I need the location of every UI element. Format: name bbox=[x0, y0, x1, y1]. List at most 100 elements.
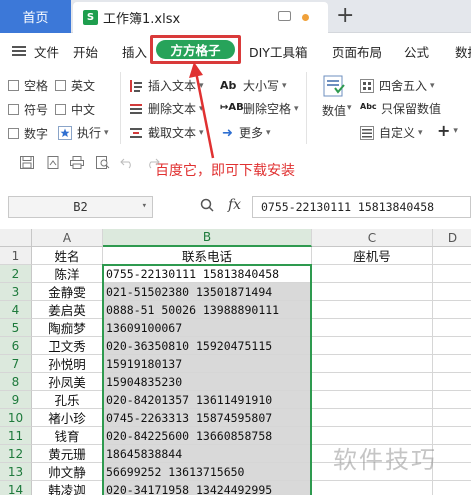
keep-value-button[interactable]: Abc 只保留数值 bbox=[360, 100, 441, 117]
checkbox-english[interactable]: 英文 bbox=[55, 77, 95, 94]
cell-empty[interactable] bbox=[433, 409, 471, 427]
row-header[interactable]: 14 bbox=[0, 481, 32, 495]
cell-landline[interactable] bbox=[312, 409, 433, 427]
name-box[interactable]: B2 ▾ bbox=[8, 196, 153, 218]
menu-fangfang-tab[interactable]: 方方格子 bbox=[156, 40, 235, 59]
column-header-a[interactable]: A bbox=[32, 229, 103, 247]
checkbox-chinese[interactable]: 中文 bbox=[55, 101, 95, 118]
undo-icon[interactable] bbox=[120, 156, 134, 169]
column-header-b[interactable]: B bbox=[103, 229, 312, 247]
menu-file[interactable]: 文件 bbox=[34, 42, 59, 61]
cell-phone[interactable]: 020-34171958 13424492995 bbox=[103, 481, 312, 495]
cell-empty[interactable] bbox=[433, 355, 471, 373]
cell-empty[interactable] bbox=[433, 319, 471, 337]
row-header[interactable]: 13 bbox=[0, 463, 32, 481]
cell-name[interactable]: 孔乐 bbox=[32, 391, 103, 409]
cell-name[interactable]: 陶痂梦 bbox=[32, 319, 103, 337]
cell-landline[interactable] bbox=[312, 265, 433, 283]
menu-formula[interactable]: 公式 bbox=[404, 42, 429, 61]
save-icon[interactable] bbox=[20, 156, 34, 169]
cell-phone[interactable]: 18645838844 bbox=[103, 445, 312, 463]
cell-empty[interactable] bbox=[433, 373, 471, 391]
row-header[interactable]: 7 bbox=[0, 355, 32, 373]
cell-empty[interactable] bbox=[433, 301, 471, 319]
header-cell-name[interactable]: 姓名 bbox=[32, 247, 103, 265]
row-header[interactable]: 12 bbox=[0, 445, 32, 463]
header-cell-landline[interactable]: 座机号 bbox=[312, 247, 433, 265]
row-header[interactable]: 6 bbox=[0, 337, 32, 355]
row-header[interactable]: 2 bbox=[0, 265, 32, 283]
cell-landline[interactable] bbox=[312, 319, 433, 337]
cell-empty[interactable] bbox=[433, 463, 471, 481]
checkbox-box[interactable] bbox=[8, 128, 19, 139]
cell-empty[interactable] bbox=[433, 391, 471, 409]
checkbox-symbol[interactable]: 符号 bbox=[8, 101, 48, 118]
menu-diy-toolbox[interactable]: DIY工具箱 bbox=[249, 42, 307, 61]
cell-name[interactable]: 帅文静 bbox=[32, 463, 103, 481]
cell-empty[interactable] bbox=[433, 247, 471, 265]
export-pdf-icon[interactable] bbox=[46, 156, 60, 169]
cell-landline[interactable] bbox=[312, 283, 433, 301]
cell-name[interactable]: 陈洋 bbox=[32, 265, 103, 283]
menu-icon[interactable] bbox=[12, 46, 26, 56]
header-cell-phone[interactable]: 联系电话 bbox=[103, 247, 312, 265]
chevron-down-icon[interactable]: ▾ bbox=[142, 201, 147, 211]
row-header[interactable]: 5 bbox=[0, 319, 32, 337]
menu-data[interactable]: 数据 bbox=[455, 42, 471, 61]
menu-page-layout[interactable]: 页面布局 bbox=[332, 42, 382, 61]
cell-phone[interactable]: 0755-22130111 15813840458 bbox=[103, 265, 312, 283]
column-header-d[interactable]: D bbox=[433, 229, 471, 247]
checkbox-box[interactable] bbox=[8, 80, 19, 91]
row-header[interactable]: 11 bbox=[0, 427, 32, 445]
cell-name[interactable]: 卫文秀 bbox=[32, 337, 103, 355]
cell-empty[interactable] bbox=[433, 265, 471, 283]
execute-button[interactable]: 执行 ▾ bbox=[58, 124, 109, 141]
redo-icon[interactable] bbox=[146, 156, 160, 169]
tab-document[interactable]: S 工作簿1.xlsx bbox=[73, 2, 328, 33]
row-header[interactable]: 9 bbox=[0, 391, 32, 409]
cell-phone[interactable]: 56699252 13613715650 bbox=[103, 463, 312, 481]
rounding-button[interactable]: 四舍五入 ▾ bbox=[360, 77, 435, 94]
cell-name[interactable]: 韩凌迦 bbox=[32, 481, 103, 495]
cell-phone[interactable]: 020-36350810 15920475115 bbox=[103, 337, 312, 355]
checkbox-number[interactable]: 数字 bbox=[8, 125, 48, 142]
row-header[interactable]: 3 bbox=[0, 283, 32, 301]
cell-landline[interactable] bbox=[312, 481, 433, 495]
zoom-icon[interactable] bbox=[200, 198, 214, 212]
cell-name[interactable]: 孙凤美 bbox=[32, 373, 103, 391]
cell-name[interactable]: 姜启英 bbox=[32, 301, 103, 319]
cell-landline[interactable] bbox=[312, 391, 433, 409]
formula-input[interactable]: 0755-22130111 15813840458 bbox=[252, 196, 471, 218]
cell-empty[interactable] bbox=[433, 337, 471, 355]
print-icon[interactable] bbox=[70, 156, 84, 169]
cell-name[interactable]: 孙悦明 bbox=[32, 355, 103, 373]
row-header[interactable]: 1 bbox=[0, 247, 32, 265]
monitor-icon[interactable] bbox=[278, 11, 291, 21]
cell-empty[interactable] bbox=[433, 481, 471, 495]
cell-landline[interactable] bbox=[312, 373, 433, 391]
cell-landline[interactable] bbox=[312, 355, 433, 373]
cell-landline[interactable] bbox=[312, 337, 433, 355]
menu-home[interactable]: 开始 bbox=[73, 42, 98, 61]
cell-phone[interactable]: 0745-2263313 15874595807 bbox=[103, 409, 312, 427]
cell-empty[interactable] bbox=[433, 445, 471, 463]
cell-landline[interactable] bbox=[312, 301, 433, 319]
tab-home[interactable]: 首页 bbox=[0, 0, 71, 33]
select-all-corner[interactable] bbox=[0, 229, 32, 247]
custom-button[interactable]: 自定义 ▾ bbox=[360, 124, 423, 141]
cell-name[interactable]: 褚小珍 bbox=[32, 409, 103, 427]
print-preview-icon[interactable] bbox=[96, 156, 110, 169]
row-header[interactable]: 8 bbox=[0, 373, 32, 391]
fx-icon[interactable]: fx bbox=[228, 197, 241, 213]
cell-name[interactable]: 黄元珊 bbox=[32, 445, 103, 463]
row-header[interactable]: 4 bbox=[0, 301, 32, 319]
checkbox-box[interactable] bbox=[8, 104, 19, 115]
cell-empty[interactable] bbox=[433, 283, 471, 301]
checkbox-space[interactable]: 空格 bbox=[8, 77, 48, 94]
cell-phone[interactable]: 020-84225600 13660858758 bbox=[103, 427, 312, 445]
cell-phone[interactable]: 0888-51 50026 13988890111 bbox=[103, 301, 312, 319]
row-header[interactable]: 10 bbox=[0, 409, 32, 427]
menu-insert[interactable]: 插入 bbox=[122, 42, 147, 61]
cell-phone[interactable]: 15904835230 bbox=[103, 373, 312, 391]
cell-phone[interactable]: 021-51502380 13501871494 bbox=[103, 283, 312, 301]
